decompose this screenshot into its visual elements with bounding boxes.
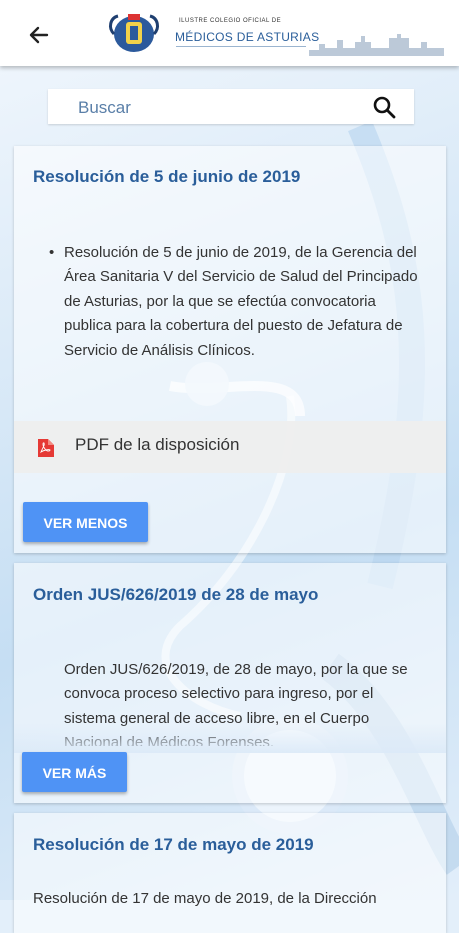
search-bar xyxy=(48,89,414,126)
card-title: Orden JUS/626/2019 de 28 de mayo xyxy=(33,585,319,604)
logo-title: MÉDICOS DE ASTURIAS xyxy=(175,30,320,44)
college-logo: ILUSTRE COLEGIO OFICIAL DE MÉDICOS DE AS… xyxy=(104,8,444,60)
news-card: Resolución de 17 de mayo de 2019 Resoluc… xyxy=(14,813,446,933)
skyline-icon xyxy=(309,34,444,56)
bullet: • xyxy=(49,244,55,261)
logo-divider xyxy=(176,46,306,47)
see-more-button[interactable]: VER MÁS xyxy=(22,752,127,792)
card-title: Resolución de 5 de junio de 2019 xyxy=(33,167,301,186)
pdf-attachment-label: PDF de la disposición xyxy=(75,435,240,454)
pdf-icon xyxy=(38,439,54,457)
news-card: Resolución de 5 de junio de 2019 • Resol… xyxy=(14,146,446,553)
pdf-attachment-link[interactable]: PDF de la disposición xyxy=(14,421,446,473)
card-body: Resolución de 17 de mayo de 2019, de la … xyxy=(33,887,433,911)
card-body: • Resolución de 5 de junio de 2019, de l… xyxy=(49,241,424,363)
app-bar: ILUSTRE COLEGIO OFICIAL DE MÉDICOS DE AS… xyxy=(0,0,459,66)
card-text: Resolución de 17 de mayo de 2019, de la … xyxy=(33,890,377,907)
search-icon[interactable] xyxy=(372,95,396,119)
card-title: Resolución de 17 de mayo de 2019 xyxy=(33,835,314,854)
card-text: Resolución de 5 de junio de 2019, de la … xyxy=(64,244,418,359)
news-card: Orden JUS/626/2019 de 28 de mayo • Orden… xyxy=(14,563,446,803)
logo-subtitle: ILUSTRE COLEGIO OFICIAL DE xyxy=(179,18,282,24)
search-input[interactable] xyxy=(76,89,360,126)
arrow-left-icon xyxy=(29,26,49,44)
back-button[interactable] xyxy=(24,20,54,50)
text-fade-overlay xyxy=(14,723,446,753)
see-less-button[interactable]: VER MENOS xyxy=(23,502,148,542)
crest-icon xyxy=(109,14,159,52)
